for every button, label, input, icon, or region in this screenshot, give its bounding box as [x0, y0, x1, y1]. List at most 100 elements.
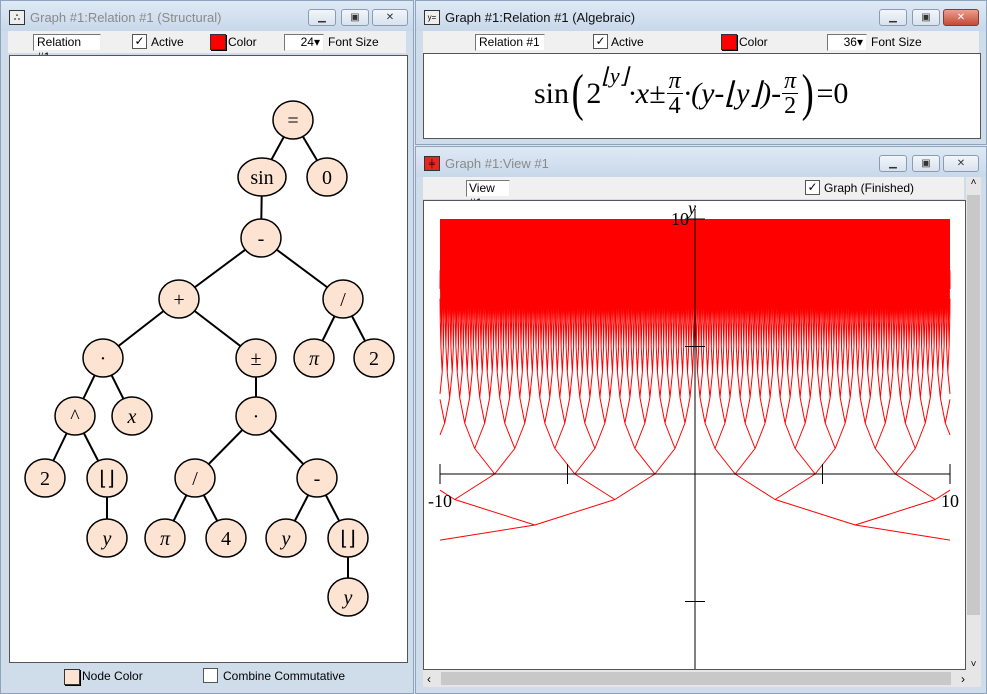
tree-node-label: y — [101, 528, 112, 550]
denominator: 4 — [668, 93, 681, 119]
color-label: Color — [739, 35, 768, 49]
maximize-button[interactable]: ▣ — [912, 155, 940, 172]
scroll-right-arrow[interactable]: › — [961, 672, 965, 686]
expression-tree: = sin 0 - + / · ± π 2 ^ x · 2 ⌊⌋ / - y π 4 y ⌊⌋ y — [24, 100, 395, 617]
active-checkbox[interactable]: ✓ — [132, 34, 147, 49]
y-max-label: 10 — [671, 209, 689, 229]
tree-node-label: 2 — [369, 348, 379, 370]
tree-node[interactable]: y — [265, 518, 307, 558]
maximize-button[interactable]: ▣ — [912, 9, 940, 26]
tree-node[interactable]: sin — [237, 157, 287, 197]
structural-window: ஃ Graph #1:Relation #1 (Structural) ▁ ▣ … — [0, 0, 414, 694]
numerator: π — [666, 68, 683, 94]
horizontal-scrollbar[interactable]: ‹ › — [423, 670, 981, 687]
tree-node[interactable]: ^ — [54, 396, 96, 436]
tree-node-label: ⌊⌋ — [99, 468, 115, 490]
formula-fraction-pi-4: π4 — [666, 68, 683, 119]
tree-node[interactable]: · — [235, 396, 277, 436]
x-max-label: 10 — [941, 491, 959, 511]
font-size-label: Font Size — [328, 35, 379, 49]
formula-canvas[interactable]: sin ( 2 ⌊y⌋ ·x± π4 ·(y-⌊y⌋)- π2 ) =0 — [423, 53, 981, 139]
tree-node[interactable]: = — [272, 100, 314, 140]
color-swatch[interactable] — [210, 34, 226, 50]
color-label: Color — [228, 35, 257, 49]
tree-node[interactable]: 0 — [306, 157, 348, 197]
tree-node-label: π — [309, 348, 320, 370]
x-min-label: -10 — [428, 491, 452, 511]
close-button[interactable]: ✕ — [943, 155, 979, 172]
expression-tree-canvas[interactable]: = sin 0 - + / · ± π 2 ^ x · 2 ⌊⌋ / - y π 4 y ⌊⌋ y — [9, 55, 408, 663]
tree-node[interactable]: - — [296, 458, 338, 498]
tree-node[interactable]: · — [82, 338, 124, 378]
close-button[interactable]: ✕ — [943, 9, 979, 26]
tree-node[interactable]: x — [111, 396, 153, 436]
tree-node-label: / — [340, 289, 346, 311]
tree-node[interactable]: ± — [235, 338, 277, 378]
combine-commutative-checkbox[interactable] — [203, 668, 218, 683]
tree-node-label: = — [287, 110, 298, 132]
minimize-button[interactable]: ▁ — [308, 9, 336, 26]
title-bar[interactable]: y= Graph #1:Relation #1 (Algebraic) ▁ ▣ … — [416, 1, 986, 31]
tree-node[interactable]: ⌊⌋ — [327, 518, 369, 558]
view-name-input[interactable]: View #1 — [466, 180, 510, 210]
graph-canvas[interactable]: -10 10 10 y — [423, 198, 966, 670]
formula-fraction-pi-2: π2 — [782, 68, 799, 119]
tree-node[interactable]: + — [158, 279, 200, 319]
maximize-button[interactable]: ▣ — [341, 9, 369, 26]
tree-node[interactable]: ⌊⌋ — [86, 458, 128, 498]
minimize-button[interactable]: ▁ — [879, 155, 907, 172]
vertical-scrollbar[interactable]: ˄ ˅ — [966, 177, 981, 670]
font-size-label: Font Size — [871, 35, 922, 49]
formula: sin ( 2 ⌊y⌋ ·x± π4 ·(y-⌊y⌋)- π2 ) =0 — [534, 63, 848, 123]
color-swatch[interactable] — [721, 34, 737, 50]
relation-name-input[interactable]: Relation #1 — [33, 34, 101, 64]
tree-node[interactable]: / — [322, 279, 364, 319]
algebraic-window: y= Graph #1:Relation #1 (Algebraic) ▁ ▣ … — [415, 0, 987, 145]
font-size-select[interactable]: 24▾ — [284, 34, 324, 51]
horizontal-scroll-thumb[interactable] — [441, 672, 951, 685]
tree-node-label: - — [258, 228, 265, 250]
graph-status-label: Graph (Finished) — [824, 181, 915, 195]
relation-name-input[interactable]: Relation #1 — [475, 34, 545, 51]
formula-lparen: ( — [571, 65, 584, 122]
formula-function: sin — [534, 76, 570, 110]
window-title: Graph #1:Relation #1 (Structural) — [30, 10, 222, 25]
scroll-left-arrow[interactable]: ‹ — [427, 672, 431, 686]
minimize-button[interactable]: ▁ — [879, 9, 907, 26]
active-checkbox[interactable]: ✓ — [593, 34, 608, 49]
tree-node[interactable]: 2 — [353, 338, 395, 378]
graph-checkbox[interactable]: ✓ — [805, 180, 820, 195]
scroll-down-arrow[interactable]: ˅ — [966, 659, 981, 670]
numerator: π — [782, 68, 799, 94]
font-size-select[interactable]: 36▾ — [827, 34, 867, 51]
title-bar[interactable]: ஃ Graph #1:Relation #1 (Structural) ▁ ▣ … — [1, 1, 413, 31]
graph-app-icon: ╪ — [424, 156, 440, 171]
formula-rparen: ) — [801, 65, 814, 122]
active-label: Active — [151, 35, 184, 49]
tree-node[interactable]: π — [144, 518, 186, 558]
formula-base: 2 — [586, 76, 602, 110]
tree-node[interactable]: y — [86, 518, 128, 558]
tree-node[interactable]: y — [327, 577, 369, 617]
denominator: 2 — [784, 93, 797, 119]
combine-commutative-label: Combine Commutative — [223, 669, 346, 683]
tree-node-label: · — [100, 348, 107, 370]
scroll-up-arrow[interactable]: ˄ — [966, 177, 981, 188]
vertical-scroll-thumb[interactable] — [967, 195, 980, 615]
tree-node[interactable]: / — [174, 458, 216, 498]
tree-node[interactable]: 4 — [205, 518, 247, 558]
node-color-swatch[interactable] — [64, 669, 80, 685]
font-size-value: 36 — [843, 35, 857, 49]
graph-plot: -10 1010y — [428, 198, 959, 669]
tree-node-label: y — [342, 587, 353, 609]
title-bar[interactable]: ╪ Graph #1:View #1 ▁ ▣ ✕ — [416, 147, 986, 177]
tree-node-label: ^ — [70, 406, 80, 428]
tree-node[interactable]: π — [293, 338, 335, 378]
close-button[interactable]: ✕ — [372, 9, 408, 26]
tree-app-icon: ஃ — [9, 10, 25, 25]
y-axis-label: y — [686, 201, 696, 218]
active-label: Active — [611, 35, 644, 49]
tree-node[interactable]: - — [240, 218, 282, 258]
font-size-value: 24 — [300, 35, 314, 49]
tree-node[interactable]: 2 — [24, 458, 66, 498]
